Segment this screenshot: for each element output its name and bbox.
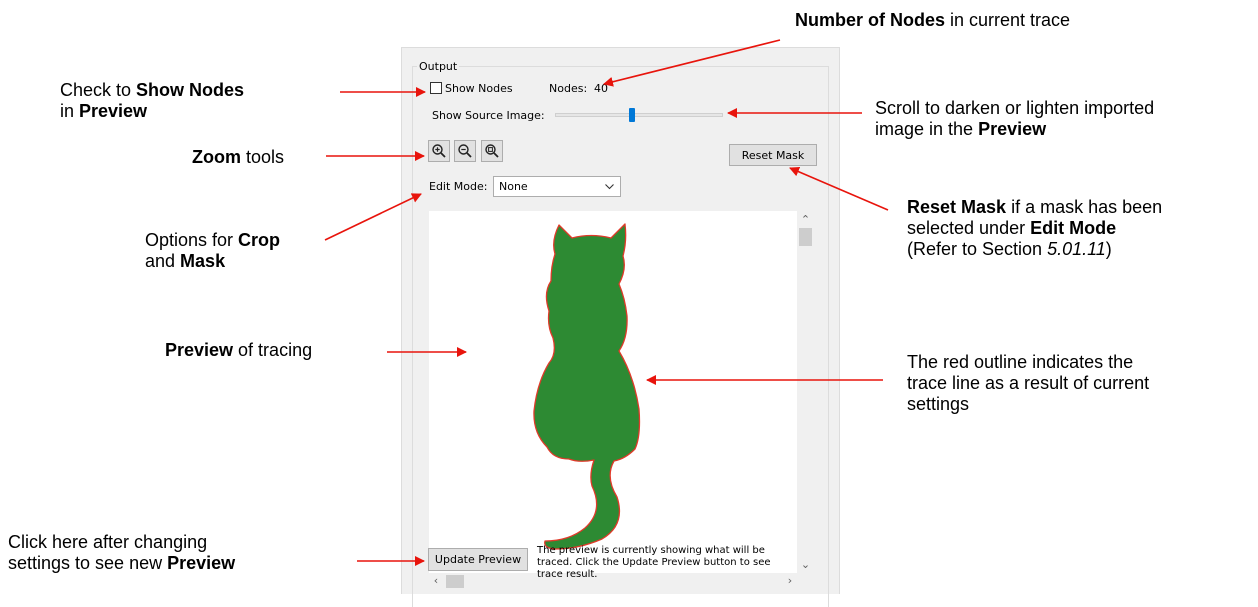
horizontal-scroll-thumb[interactable] [446,575,464,588]
trace-output-panel: Output Show Nodes Nodes: 40 Show Source … [401,47,840,607]
cat-silhouette [533,223,641,550]
annotation-show-nodes: Check to Show Nodes in Preview [60,80,245,121]
zoom-fit-button[interactable] [481,140,503,162]
show-nodes-label: Show Nodes [445,82,513,95]
preview-status-text: The preview is currently showing what wi… [537,545,771,580]
annotation-preview: Preview of tracing [165,340,313,360]
annotation-reset-mask: Reset Mask if a mask has been selected u… [907,197,1163,259]
chevron-down-icon [605,184,614,190]
annotation-number-of-nodes: Number of Nodes in current trace [795,10,1071,30]
edit-mode-label: Edit Mode: [429,180,488,193]
zoom-fit-icon [485,144,499,158]
vertical-scroll-thumb[interactable] [799,228,812,246]
update-preview-button[interactable]: Update Preview [428,548,528,571]
zoom-out-icon [458,144,472,158]
source-image-slider-thumb[interactable] [629,108,636,122]
preview-vertical-scrollbar[interactable]: ⌃ ⌄ [797,211,814,573]
preview-canvas[interactable] [429,211,797,573]
zoom-in-icon [432,144,446,158]
annotation-zoom-tools: Zoom tools [192,147,285,167]
annotation-update-preview: Click here after changing settings to se… [8,532,236,573]
show-nodes-checkbox[interactable] [430,82,442,94]
annotation-crop-mask: Options for Crop and Mask [145,230,281,271]
nodes-count: 40 [594,82,608,95]
output-group-title: Output [417,60,460,73]
source-image-slider-track[interactable] [555,113,723,117]
reset-mask-button[interactable]: Reset Mask [729,144,817,166]
zoom-in-button[interactable] [428,140,450,162]
annotation-source-image: Scroll to darken or lighten imported ima… [875,98,1155,139]
annotation-red-outline: The red outline indicates the trace line… [907,352,1150,414]
scroll-up-icon[interactable]: ⌃ [797,214,814,226]
edit-mode-select[interactable]: None [493,176,621,197]
scroll-down-icon[interactable]: ⌄ [797,559,814,571]
source-image-label: Show Source Image: [432,109,545,122]
zoom-out-button[interactable] [454,140,476,162]
nodes-label: Nodes: [549,82,588,95]
edit-mode-value: None [499,180,528,193]
scroll-left-icon[interactable]: ‹ [431,575,441,587]
